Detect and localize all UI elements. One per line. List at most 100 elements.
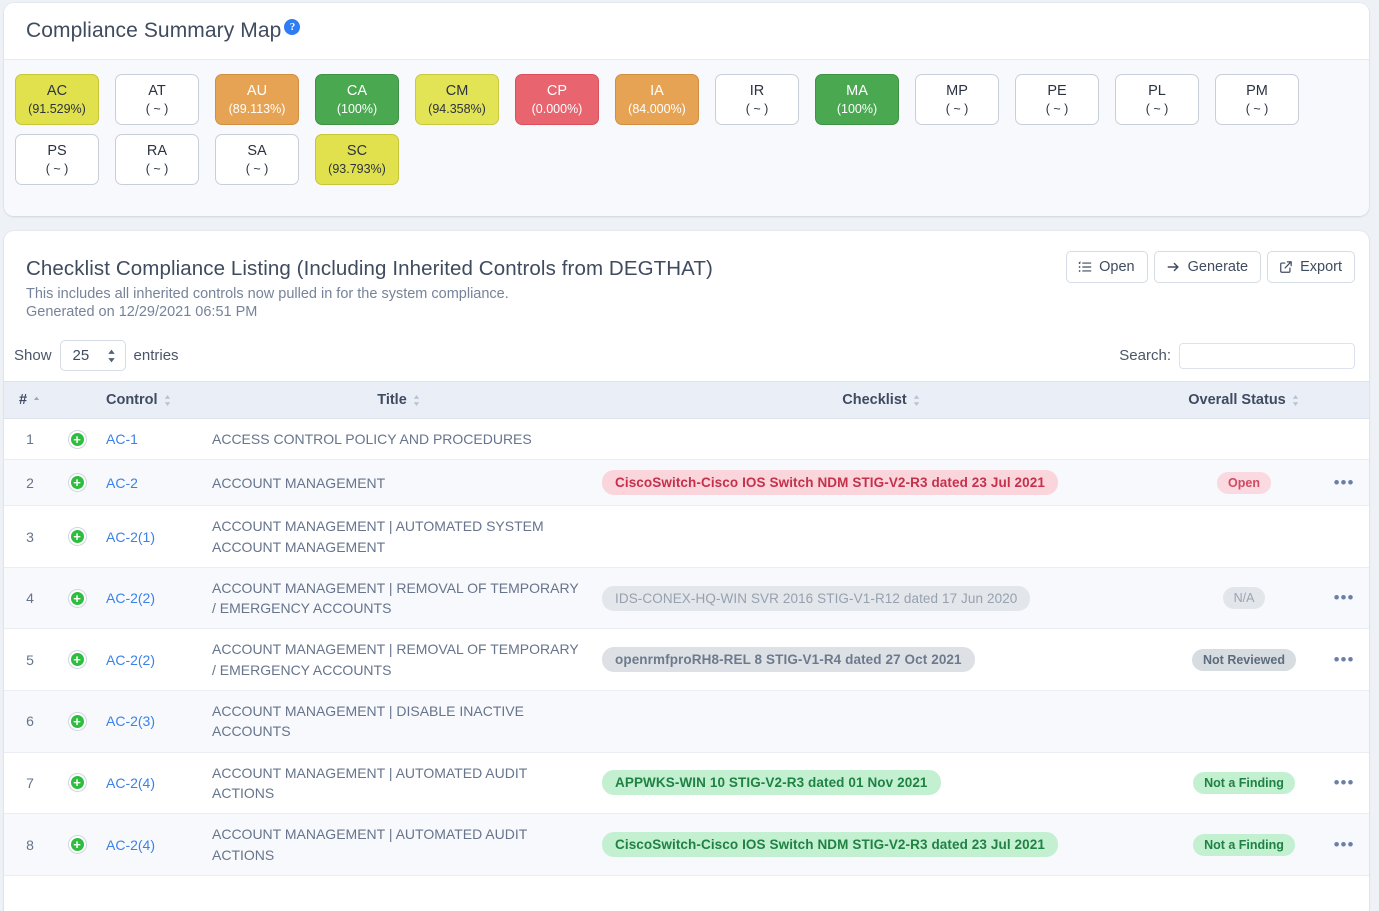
table-header: # Control [4,382,1369,419]
tile-family-label: IR [750,83,765,100]
compliance-tile-ra[interactable]: RA( ~ ) [115,134,199,185]
expand-plus-icon[interactable]: + [69,474,86,491]
help-circle-icon[interactable]: ? [284,19,300,35]
control-cell: AC-2(3) [98,691,204,753]
compliance-tile-au[interactable]: AU(89.113%) [215,74,299,125]
tile-family-label: PS [47,143,66,160]
compliance-tile-ps[interactable]: PS( ~ ) [15,134,99,185]
checklist-badge[interactable]: IDS-CONEX-HQ-WIN SVR 2016 STIG-V1-R12 da… [602,586,1030,611]
generate-button[interactable]: Generate [1154,251,1261,283]
table-row[interactable]: 3+AC-2(1)ACCOUNT MANAGEMENT | AUTOMATED … [4,506,1369,568]
row-number: 7 [4,752,56,814]
column-header-checklist[interactable]: Checklist [594,382,1169,419]
export-button[interactable]: Export [1267,251,1355,283]
table-row[interactable]: 4+AC-2(2)ACCOUNT MANAGEMENT | REMOVAL OF… [4,567,1369,629]
control-link[interactable]: AC-2(1) [106,529,155,545]
tile-percent-label: (0.000%) [532,102,583,117]
generate-button-label: Generate [1188,259,1248,275]
compliance-tile-mp[interactable]: MP( ~ ) [915,74,999,125]
row-actions-menu-icon[interactable]: ••• [1334,478,1355,488]
tile-family-label: CA [347,83,367,100]
table-row[interactable]: 2 + AC-2 ACCOUNT MANAGEMENT CiscoSwitch-Cisc… [4,460,1369,506]
overall-status-cell: Not a Finding [1169,752,1319,814]
column-header-number[interactable]: # [4,382,56,419]
control-title: ACCOUNT MANAGEMENT | REMOVAL OF TEMPORAR… [204,629,594,691]
compliance-tile-sc[interactable]: SC(93.793%) [315,134,399,185]
show-entries-control: Show 102550100 entries [14,340,179,371]
row-number: 2 [4,460,56,506]
expand-plus-icon[interactable]: + [69,774,86,791]
compliance-tile-pl[interactable]: PL( ~ ) [1115,74,1199,125]
checklist-badge[interactable]: CiscoSwitch-Cisco IOS Switch NDM STIG-V2… [602,832,1058,857]
expand-plus-icon[interactable]: + [69,528,86,545]
checklist-badge[interactable]: CiscoSwitch-Cisco IOS Switch NDM STIG-V2… [602,470,1058,495]
control-link[interactable]: AC-2(3) [106,713,155,729]
expand-plus-icon[interactable]: + [69,713,86,730]
tile-family-label: SA [247,143,266,160]
control-link[interactable]: AC-2(2) [106,652,155,668]
table-scroll-region[interactable]: # Control [4,381,1369,880]
tile-percent-label: (100%) [837,102,877,117]
compliance-tile-ac[interactable]: AC(91.529%) [15,74,99,125]
compliance-tile-pm[interactable]: PM( ~ ) [1215,74,1299,125]
table-row[interactable]: 7+AC-2(4)ACCOUNT MANAGEMENT | AUTOMATED … [4,752,1369,814]
row-expand-cell: + [56,567,98,629]
sort-both-icon [163,394,172,407]
control-cell: AC-2(4) [98,875,204,880]
compliance-tile-ma[interactable]: MA(100%) [815,74,899,125]
compliance-tile-at[interactable]: AT( ~ ) [115,74,199,125]
checklist-badge[interactable]: openrmfproRH8-REL 8 STIG-V1-R4 dated 27 … [602,647,975,672]
control-link[interactable]: AC-1 [106,431,138,447]
control-title: ACCOUNT MANAGEMENT [204,460,594,506]
control-link[interactable]: AC-2(2) [106,590,155,606]
expand-plus-icon[interactable]: + [69,651,86,668]
search-input[interactable] [1179,343,1355,369]
sort-both-icon [912,394,921,407]
table-row[interactable]: 6+AC-2(3)ACCOUNT MANAGEMENT | DISABLE IN… [4,691,1369,753]
table-row[interactable]: 5+AC-2(2)ACCOUNT MANAGEMENT | REMOVAL OF… [4,629,1369,691]
compliance-tile-cm[interactable]: CM(94.358%) [415,74,499,125]
row-actions-menu-icon[interactable]: ••• [1334,593,1355,603]
expand-plus-icon[interactable]: + [69,431,86,448]
column-header-title[interactable]: Title [204,382,594,419]
column-header-control-label: Control [106,392,158,408]
tile-percent-label: (84.000%) [628,102,686,117]
row-actions-cell [1319,419,1369,460]
tile-percent-label: (89.113%) [229,102,286,117]
tile-family-label: SC [347,143,367,160]
control-link[interactable]: AC-2(4) [106,775,155,791]
row-actions-menu-icon[interactable]: ••• [1334,840,1355,850]
table-row[interactable]: 8+AC-2(4)ACCOUNT MANAGEMENT | AUTOMATED … [4,814,1369,876]
control-link[interactable]: AC-2(4) [106,837,155,853]
expand-plus-icon[interactable]: + [69,836,86,853]
compliance-tile-ca[interactable]: CA(100%) [315,74,399,125]
compliance-tile-pe[interactable]: PE( ~ ) [1015,74,1099,125]
checklist-cell: openrmfproRH8-REL 8 STIG-V1-R4 dated 27 … [594,629,1169,691]
tile-percent-label: ( ~ ) [1046,102,1069,117]
column-header-overall-status[interactable]: Overall Status [1169,382,1319,419]
control-link[interactable]: AC-2 [106,475,138,491]
row-actions-cell: ••• [1319,460,1369,506]
open-button[interactable]: Open [1066,251,1147,283]
page-length-select[interactable]: 102550100 [60,340,126,371]
column-header-control[interactable]: Control [98,382,204,419]
row-number: 9 [4,875,56,880]
table-row[interactable]: 1+AC-1ACCESS CONTROL POLICY AND PROCEDUR… [4,419,1369,460]
checklist-badge[interactable]: APPWKS-WIN 10 STIG-V2-R3 dated 01 Nov 20… [602,770,941,795]
row-actions-menu-icon[interactable]: ••• [1334,778,1355,788]
control-title: ACCOUNT MANAGEMENT | REMOVAL OF TEMPORAR… [204,567,594,629]
row-actions-menu-icon[interactable]: ••• [1334,655,1355,665]
compliance-tile-grid: AC(91.529%)AT( ~ )AU(89.113%)CA(100%)CM(… [4,60,1369,216]
tile-family-label: AT [148,83,165,100]
expand-plus-icon[interactable]: + [69,590,86,607]
tile-family-label: IA [650,83,664,100]
status-badge: Not a Finding [1193,772,1295,794]
table-controls: Show 102550100 entries Search: [4,322,1369,381]
compliance-tile-ia[interactable]: IA (84.000%) [615,74,699,125]
compliance-tile-sa[interactable]: SA( ~ ) [215,134,299,185]
column-header-checklist-label: Checklist [842,392,906,408]
compliance-tile-cp[interactable]: CP(0.000%) [515,74,599,125]
checklist-cell [594,506,1169,568]
compliance-tile-ir[interactable]: IR( ~ ) [715,74,799,125]
table-row[interactable]: 9+AC-2(4)ACCOUNT MANAGEMENT | AUTOMATED … [4,875,1369,880]
